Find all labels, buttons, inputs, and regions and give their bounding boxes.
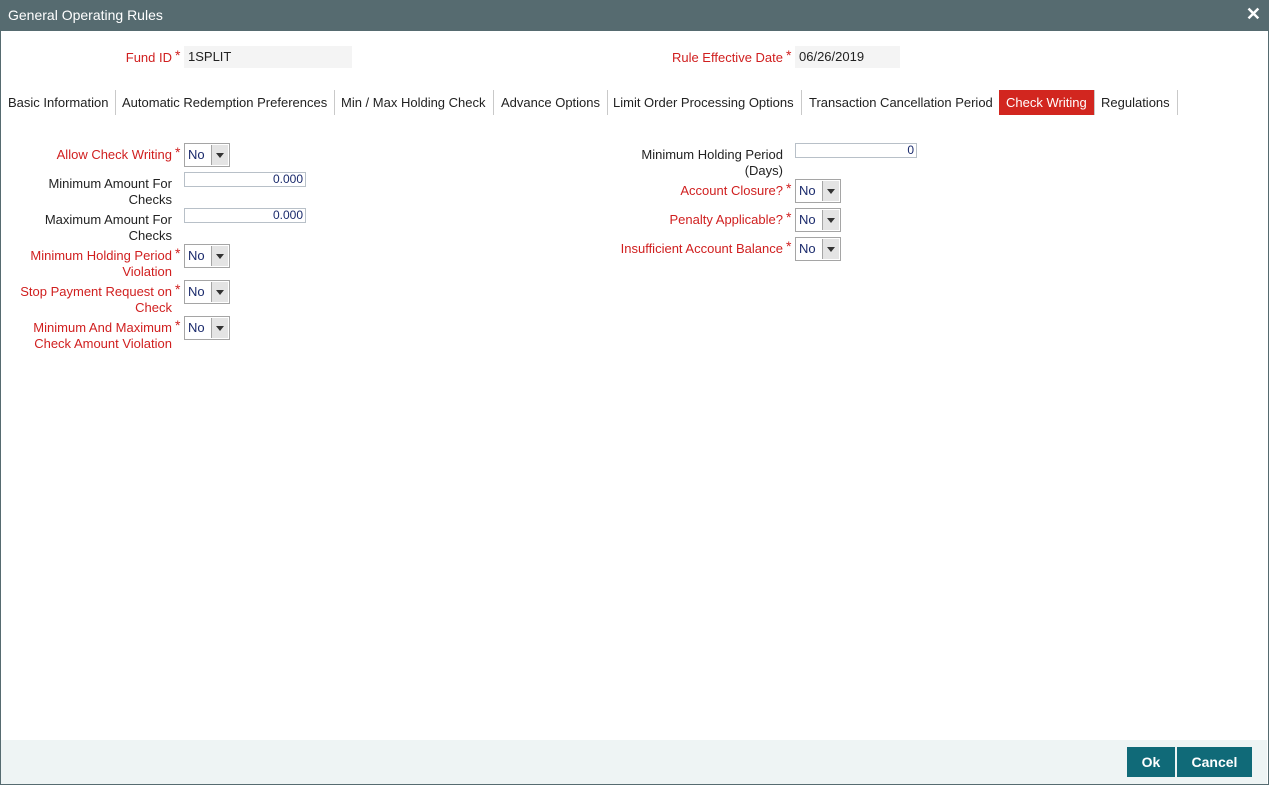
min-holding-violation-label-line2: Violation xyxy=(122,264,172,279)
min-max-violation-label-line2: Check Amount Violation xyxy=(34,336,172,351)
penalty-applicable-label: Penalty Applicable? xyxy=(669,212,783,227)
min-max-violation-label-line1: Minimum And Maximum xyxy=(33,320,172,335)
selected-value: No xyxy=(188,248,205,263)
close-icon[interactable]: ✕ xyxy=(1246,4,1261,25)
selected-value: No xyxy=(799,212,816,227)
minimum-amount-input[interactable]: 0.000 xyxy=(184,172,306,187)
min-holding-days-label-line1: Minimum Holding Period xyxy=(641,147,783,162)
account-closure-label: Account Closure? xyxy=(680,183,783,198)
rule-effective-date-label: Rule Effective Date xyxy=(671,50,783,65)
stop-payment-label-line2: Check xyxy=(135,300,172,315)
fund-id-label: Fund ID xyxy=(125,50,172,65)
tab-basic-information[interactable]: Basic Information xyxy=(1,90,117,115)
account-closure-select[interactable]: No xyxy=(795,179,841,203)
stop-payment-select[interactable]: No xyxy=(184,280,230,304)
min-holding-days-label-line2: (Days) xyxy=(744,163,783,178)
ok-button[interactable]: Ok xyxy=(1127,747,1175,777)
selected-value: No xyxy=(799,241,816,256)
min-holding-violation-select[interactable]: No xyxy=(184,244,230,268)
chevron-down-icon[interactable] xyxy=(822,181,839,201)
minimum-amount-label-line2: Checks xyxy=(128,192,172,207)
tab-limit-order-processing-options[interactable]: Limit Order Processing Options xyxy=(606,90,802,115)
penalty-applicable-select[interactable]: No xyxy=(795,208,841,232)
cancel-button[interactable]: Cancel xyxy=(1177,747,1252,777)
required-mark: * xyxy=(175,317,181,333)
selected-value: No xyxy=(799,183,816,198)
required-mark: * xyxy=(175,144,181,160)
selected-value: No xyxy=(188,284,205,299)
min-holding-days-input[interactable]: 0 xyxy=(795,143,917,158)
tab-bar: Basic Information Automatic Redemption P… xyxy=(0,90,1180,116)
window-title: General Operating Rules xyxy=(8,7,163,23)
required-mark: * xyxy=(175,245,181,261)
required-mark: * xyxy=(786,47,792,63)
maximum-amount-label-line1: Maximum Amount For xyxy=(44,212,172,227)
chevron-down-icon[interactable] xyxy=(822,239,839,259)
chevron-down-icon[interactable] xyxy=(211,246,228,266)
chevron-down-icon[interactable] xyxy=(822,210,839,230)
tab-transaction-cancellation-period[interactable]: Transaction Cancellation Period xyxy=(802,90,1001,115)
required-mark: * xyxy=(786,209,792,225)
min-holding-violation-label-line1: Minimum Holding Period xyxy=(30,248,172,263)
required-mark: * xyxy=(175,281,181,297)
required-mark: * xyxy=(786,180,792,196)
fund-id-field: 1SPLIT xyxy=(184,46,352,68)
allow-check-writing-label: Allow Check Writing xyxy=(56,147,172,162)
tab-check-writing[interactable]: Check Writing xyxy=(999,90,1095,115)
tab-min-max-holding-check[interactable]: Min / Max Holding Check xyxy=(334,90,494,115)
tab-advance-options[interactable]: Advance Options xyxy=(494,90,609,115)
selected-value: No xyxy=(188,320,205,335)
required-mark: * xyxy=(786,238,792,254)
tab-regulations[interactable]: Regulations xyxy=(1094,90,1178,115)
allow-check-writing-select[interactable]: No xyxy=(184,143,230,167)
selected-value: No xyxy=(188,147,205,162)
maximum-amount-input[interactable]: 0.000 xyxy=(184,208,306,223)
minimum-amount-label-line1: Minimum Amount For xyxy=(48,176,172,191)
required-mark: * xyxy=(175,47,181,63)
insufficient-balance-label: Insufficient Account Balance xyxy=(620,241,783,256)
footer-bar xyxy=(1,740,1267,784)
window-titlebar: General Operating Rules ✕ xyxy=(0,0,1269,31)
maximum-amount-label-line2: Checks xyxy=(128,228,172,243)
insufficient-balance-select[interactable]: No xyxy=(795,237,841,261)
min-max-violation-select[interactable]: No xyxy=(184,316,230,340)
chevron-down-icon[interactable] xyxy=(211,282,228,302)
tab-automatic-redemption-preferences[interactable]: Automatic Redemption Preferences xyxy=(115,90,336,115)
stop-payment-label-line1: Stop Payment Request on xyxy=(20,284,172,299)
chevron-down-icon[interactable] xyxy=(211,318,228,338)
rule-effective-date-field: 06/26/2019 xyxy=(795,46,900,68)
chevron-down-icon[interactable] xyxy=(211,145,228,165)
